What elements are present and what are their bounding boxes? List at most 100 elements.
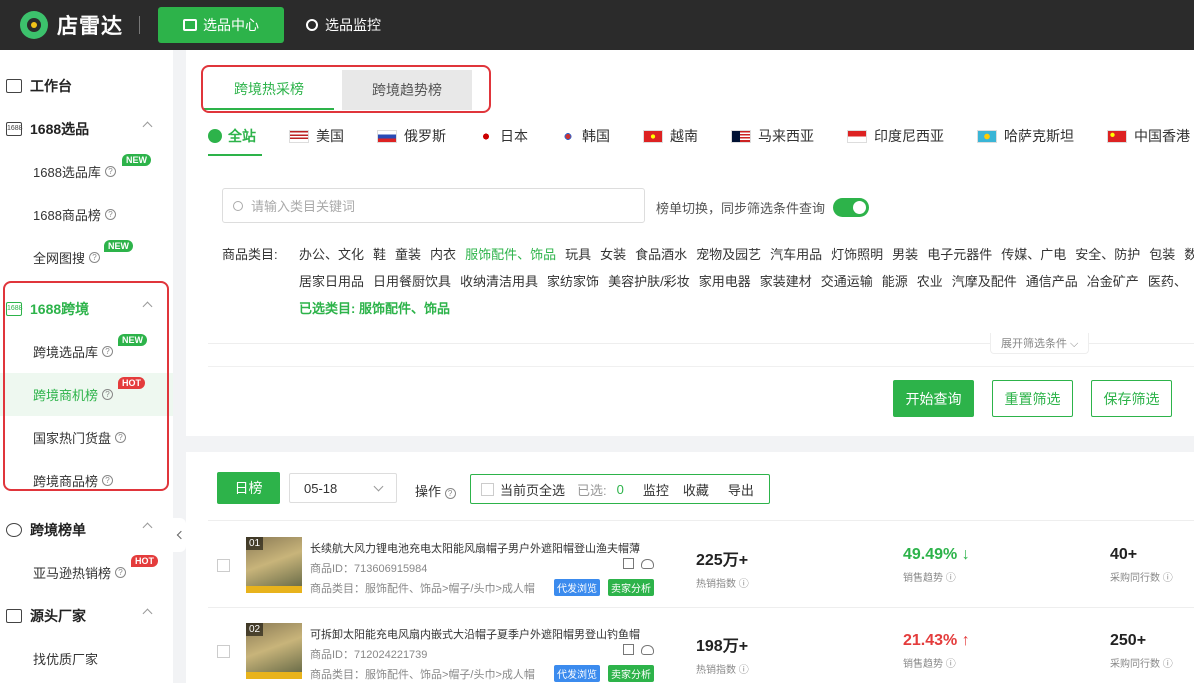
product-title[interactable]: 长续航大风力锂电池充电太阳能风扇帽子男户外遮阳帽登山渔夫帽薄 <box>310 540 640 556</box>
collect-button[interactable]: 收藏 <box>683 480 709 499</box>
category-chip[interactable]: 汽车用品 <box>770 247 822 262</box>
category-chip[interactable]: 家装建材 <box>760 274 812 289</box>
category-chip[interactable]: 食品酒水 <box>635 247 687 262</box>
nav-monitor-link[interactable]: 选品监控 <box>306 15 381 35</box>
country-tab-kr[interactable]: 韩国 <box>561 126 610 146</box>
help-icon[interactable]: ? <box>115 567 127 578</box>
category-chip[interactable]: 能源 <box>882 274 908 289</box>
help-icon[interactable]: ⓘ <box>1160 659 1173 670</box>
category-chip[interactable]: 办公、文化 <box>299 247 364 262</box>
country-tab-my[interactable]: 马来西亚 <box>731 126 814 146</box>
category-chip[interactable]: 安全、防护 <box>1075 247 1140 262</box>
category-chip[interactable]: 交通运输 <box>821 274 873 289</box>
product-thumbnail[interactable]: 02 <box>246 623 302 679</box>
category-chip[interactable]: 通信产品 <box>1026 274 1078 289</box>
monitor-button[interactable]: 监控 <box>643 480 669 499</box>
sidebar-group-factory[interactable]: 源头厂家 <box>0 594 173 637</box>
logo[interactable]: 店雷达 <box>20 10 123 40</box>
cloud-download-icon[interactable] <box>641 559 654 569</box>
sync-toggle[interactable] <box>833 198 870 217</box>
country-tab-all[interactable]: 全站 <box>208 126 256 146</box>
select-page-checkbox[interactable] <box>481 482 494 496</box>
help-icon[interactable]: ? <box>104 166 116 177</box>
category-chip[interactable]: 灯饰照明 <box>831 247 883 262</box>
help-icon[interactable]: ⓘ <box>736 665 749 676</box>
category-chip[interactable]: 收纳清洁用具 <box>460 274 538 289</box>
category-chip[interactable]: 家用电器 <box>699 274 751 289</box>
dropship-tag[interactable]: 代发浏览 <box>554 665 600 682</box>
category-chip[interactable]: 医药、 <box>1148 274 1187 289</box>
date-select[interactable]: 05-18 <box>289 473 397 503</box>
help-icon[interactable]: ⓘ <box>1160 573 1173 584</box>
category-chip[interactable]: 内衣 <box>430 247 456 262</box>
sidebar-item-amazon[interactable]: 亚马逊热销榜? HOT <box>0 551 173 594</box>
expand-filters-button[interactable]: 展开筛选条件 ⌵ <box>990 333 1090 354</box>
save-filter-button[interactable]: 保存筛选 <box>1091 380 1172 417</box>
sidebar-item-find-factory[interactable]: 找优质厂家 <box>0 637 173 680</box>
product-title[interactable]: 可拆卸太阳能充电风扇内嵌式大沿帽子夏季户外遮阳帽男登山钓鱼帽 <box>310 626 640 642</box>
category-chip[interactable]: 汽摩及配件 <box>952 274 1017 289</box>
qr-code-icon[interactable] <box>623 644 634 655</box>
help-icon[interactable]: ? <box>444 488 456 499</box>
help-icon[interactable]: ? <box>104 209 116 220</box>
sidebar-group-cross-rankings[interactable]: 跨境榜单 <box>0 508 173 551</box>
hot-index: 225万+ 热销指数 ⓘ <box>696 546 749 590</box>
daily-rank-button[interactable]: 日榜 <box>217 472 280 504</box>
seller-analysis-tag[interactable]: 卖家分析 <box>608 665 654 682</box>
help-icon[interactable]: ⓘ <box>943 573 956 584</box>
category-chip[interactable]: 数 <box>1184 247 1194 262</box>
sidebar-group-1688[interactable]: 1688 1688选品 <box>0 107 173 150</box>
category-chip[interactable]: 家纺家饰 <box>547 274 599 289</box>
cloud-download-icon[interactable] <box>641 645 654 655</box>
sidebar-item-image-search[interactable]: 全网图搜? NEW <box>0 236 173 279</box>
country-tab-ru[interactable]: 俄罗斯 <box>377 126 446 146</box>
country-tabs: 全站 美国 俄罗斯 日本 韩国 越南 马来西亚 印度尼西亚 哈萨克斯坦 中国香港 <box>208 126 1194 146</box>
category-chip[interactable]: 冶金矿产 <box>1087 274 1139 289</box>
start-search-button[interactable]: 开始查询 <box>893 380 974 417</box>
qr-code-icon[interactable] <box>623 558 634 569</box>
category-chip[interactable]: 电子元器件 <box>927 247 992 262</box>
highlight-outline <box>3 281 169 491</box>
country-tab-vn[interactable]: 越南 <box>643 126 698 146</box>
help-icon[interactable]: ⓘ <box>736 579 749 590</box>
category-chip[interactable]: 女装 <box>600 247 626 262</box>
seller-analysis-tag[interactable]: 卖家分析 <box>608 579 654 596</box>
country-tab-us[interactable]: 美国 <box>289 126 344 146</box>
category-chip[interactable]: 传媒、广电 <box>1001 247 1066 262</box>
category-chip[interactable]: 玩具 <box>565 247 591 262</box>
sidebar-item-1688-rank[interactable]: 1688商品榜? <box>0 193 173 236</box>
country-tab-jp[interactable]: 日本 <box>479 126 528 146</box>
row-checkbox[interactable] <box>217 645 230 658</box>
row-checkbox[interactable] <box>217 559 230 572</box>
sidebar-item-label: 1688选品库 <box>33 165 101 180</box>
help-icon[interactable]: ⓘ <box>943 659 956 670</box>
table-row[interactable]: 01 长续航大风力锂电池充电太阳能风扇帽子男户外遮阳帽登山渔夫帽薄 商品ID：7… <box>186 522 1194 608</box>
category-chip[interactable]: 日用餐厨饮具 <box>373 274 451 289</box>
category-chip[interactable]: 居家日用品 <box>299 274 364 289</box>
bag-icon <box>183 19 197 31</box>
country-tab-hk[interactable]: 中国香港 <box>1107 126 1190 146</box>
category-chip[interactable]: 童装 <box>395 247 421 262</box>
sidebar-item-workbench[interactable]: 工作台 <box>0 64 173 107</box>
category-chip[interactable]: 美容护肤/彩妆 <box>608 274 690 289</box>
sales-trend: 21.43% ↑ 销售趋势 ⓘ <box>903 632 970 670</box>
dropship-tag[interactable]: 代发浏览 <box>554 579 600 596</box>
sidebar-collapse-button[interactable] <box>173 518 186 552</box>
export-button[interactable]: 导出 <box>728 480 754 499</box>
category-chip[interactable]: 男装 <box>892 247 918 262</box>
category-search-input[interactable]: 请输入类目关键词 <box>222 188 645 223</box>
nav-product-center-button[interactable]: 选品中心 <box>158 7 284 43</box>
country-tab-id[interactable]: 印度尼西亚 <box>847 126 944 146</box>
category-chip[interactable]: 农业 <box>917 274 943 289</box>
product-id: 商品ID：713606915984 <box>310 563 428 575</box>
category-chip[interactable]: 包装 <box>1149 247 1175 262</box>
table-row[interactable]: 02 可拆卸太阳能充电风扇内嵌式大沿帽子夏季户外遮阳帽男登山钓鱼帽 商品ID：7… <box>186 608 1194 683</box>
help-icon[interactable]: ? <box>89 252 101 263</box>
reset-filter-button[interactable]: 重置筛选 <box>992 380 1073 417</box>
category-chip[interactable]: 服饰配件、饰品 <box>465 247 556 262</box>
country-tab-kz[interactable]: 哈萨克斯坦 <box>977 126 1074 146</box>
category-chip[interactable]: 鞋 <box>373 247 386 262</box>
category-chip[interactable]: 宠物及园艺 <box>696 247 761 262</box>
sidebar-item-1688-lib[interactable]: 1688选品库? NEW <box>0 150 173 193</box>
product-thumbnail[interactable]: 01 <box>246 537 302 593</box>
